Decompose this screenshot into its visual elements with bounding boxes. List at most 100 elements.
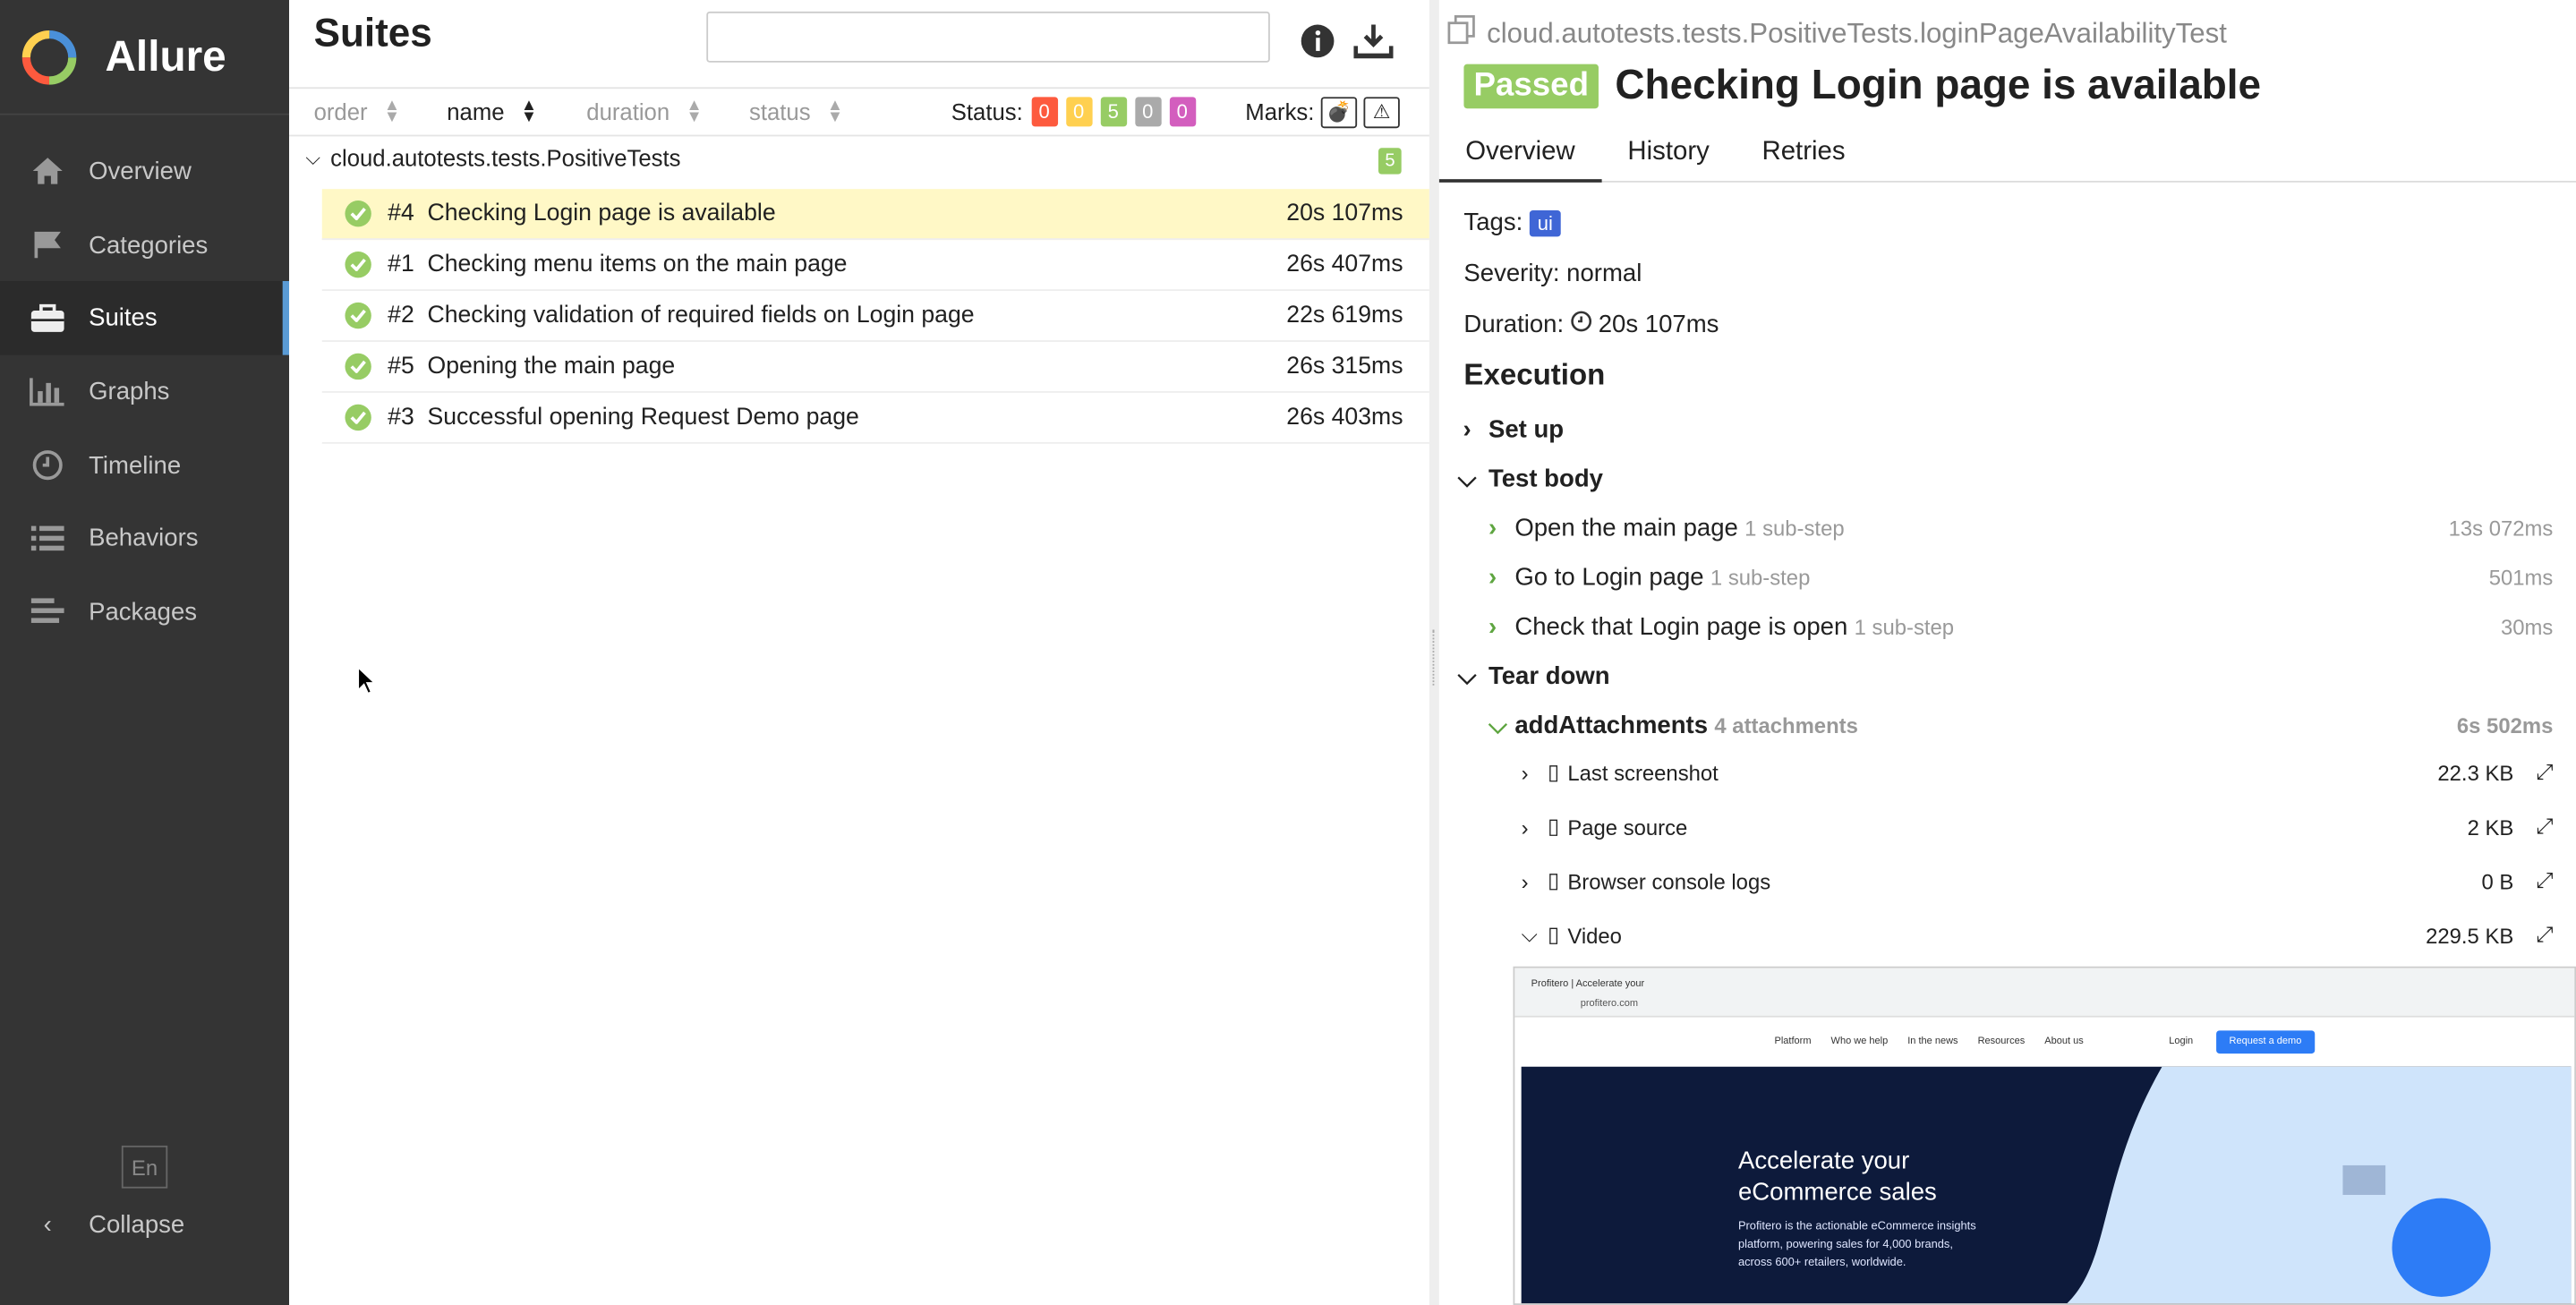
allure-logo-icon [21,30,77,84]
expand-icon[interactable]: ⤢ [2536,922,2553,948]
nav-item-suites[interactable]: Suites [0,281,290,355]
tab-history[interactable]: History [1601,125,1736,183]
info-icon[interactable] [1300,23,1335,68]
step-sub: 1 sub-step [1744,516,1845,542]
file-icon: ▯ [1548,759,1560,784]
add-attachments-step[interactable]: ⌵ addAttachments 4 attachments 6s 502ms [1488,712,2553,739]
nav-item-timeline[interactable]: Timeline [0,429,289,502]
tab-overview[interactable]: Overview [1438,125,1602,183]
detail-tabs: Overview History Retries [1438,125,2576,183]
nav-item-label: Timeline [89,451,182,480]
attachment-item[interactable]: › ▯ Browser console logs 0 B ⤢ [1522,868,2554,894]
step-duration: 501ms [2488,565,2554,591]
attachment-item[interactable]: › ▯ Last screenshot 22.3 KB ⤢ [1522,759,2554,785]
video-menu-item: Platform [1774,1036,1812,1047]
chevron-right-icon: › [1488,612,1497,642]
test-name: Checking validation of required fields o… [427,302,975,329]
splitter-grip[interactable] [1432,629,1437,686]
status-count-badge[interactable]: 5 [1100,97,1127,127]
step-name: Open the main page [1514,514,1738,542]
sort-icon: ▲ ▼ [383,97,401,127]
status-count-badge[interactable]: 0 [1065,97,1092,127]
execution-step[interactable]: › Go to Login page 1 sub-step 501ms [1488,564,2553,592]
duration-value: 20s 107ms [1598,311,1719,339]
warning-mark-icon[interactable]: ⚠ [1363,96,1400,128]
table-row[interactable]: #3 Successful opening Request Demo page 26… [321,393,1429,444]
status-count-badge[interactable]: 0 [1169,97,1196,127]
sort-name[interactable]: name ▲ ▼ [447,98,537,125]
expand-icon[interactable]: ⤢ [2536,814,2553,840]
language-button[interactable]: En [121,1145,168,1189]
nav-item-label: Suites [89,304,158,333]
video-menu-item: In the news [1907,1036,1958,1047]
suite-group[interactable]: ⌵ cloud.autotests.tests.PositiveTests [305,145,680,171]
sort-name-label: name [447,98,505,125]
test-duration: 22s 619ms [1286,302,1403,329]
table-row[interactable]: #5 Opening the main page 26s 315ms [321,342,1429,393]
sort-order-label: order [313,98,368,125]
chevron-down-icon: ⌵ [305,145,321,169]
nav-item-overview[interactable]: Overview [0,135,289,209]
video-attachment[interactable]: Profitero | Accelerate your profitero.com… [1513,966,2576,1305]
tag-badge[interactable]: ui [1529,210,1562,237]
expand-icon[interactable]: ⤢ [2536,759,2553,785]
execution-step[interactable]: › Open the main page 1 sub-step 13s 072ms [1488,515,2553,542]
testbody-section[interactable]: ⌵ Test body [1455,465,1603,493]
sort-order[interactable]: order ▲ ▼ [313,97,401,127]
test-title: Passed Checking Login page is available [1463,63,2261,110]
nav-item-behaviors[interactable]: Behaviors [0,502,289,576]
table-row[interactable]: #2 Checking validation of required fields… [321,291,1429,342]
attachment-item[interactable]: ⌵ ▯ Video 229.5 KB ⤢ [1522,922,2554,948]
table-row[interactable]: #4 Checking Login page is available 20s 10… [321,189,1429,241]
video-tab-title: Profitero | Accelerate your [1531,979,1645,990]
flaky-mark-icon[interactable]: 💣 [1320,96,1358,128]
search-input[interactable] [706,11,1270,63]
test-name: Checking menu items on the main page [427,251,848,278]
sort-status[interactable]: status ▲ ▼ [749,98,843,125]
status-count-badge[interactable]: 0 [1134,97,1161,127]
test-name: Checking Login page is available [1615,62,2262,109]
briefcase-icon [30,303,65,333]
test-duration: 20s 107ms [1286,200,1403,227]
setup-section[interactable]: › Set up [1455,415,1565,444]
test-detail-pane: cloud.autotests.tests.PositiveTests.logi… [1438,0,2576,1305]
sort-duration[interactable]: duration ▲ ▼ [586,98,702,125]
sidebar: Allure Overview Categories Suites Graphs… [0,0,290,1305]
chevron-right-icon: › [1521,814,1529,840]
attachment-item[interactable]: › ▯ Page source 2 KB ⤢ [1522,814,2554,840]
chevron-right-icon: › [1463,415,1471,444]
nav-item-packages[interactable]: Packages [0,576,289,649]
expand-icon[interactable]: ⤢ [2536,868,2553,894]
table-row[interactable]: #1 Checking menu items on the main page 26… [321,240,1429,292]
app-name: Allure [105,30,226,81]
nav-item-categories[interactable]: Categories [0,209,289,282]
step-sub: 1 sub-step [1854,614,1955,640]
collapse-button[interactable]: ‹ Collapse [30,1211,185,1239]
step-duration: 13s 072ms [2448,516,2554,542]
clock-icon [1571,311,1592,338]
attachment-size: 0 B [2481,868,2514,894]
test-path-text: cloud.autotests.tests.PositiveTests.logi… [1487,17,2227,49]
tab-retries[interactable]: Retries [1736,125,1872,183]
copy-icon[interactable] [1447,14,1477,53]
teardown-section[interactable]: ⌵ Tear down [1455,662,1610,691]
tags-row: Tags: ui [1463,209,1562,237]
passed-icon [345,302,371,329]
video-url: profitero.com [1580,999,1639,1010]
nav-item-graphs[interactable]: Graphs [0,355,289,429]
sort-bar: order ▲ ▼ name ▲ ▼ duration ▲ ▼ status ▲ ▼ Statu… [289,87,1429,137]
attachment-name: Browser console logs [1567,868,1771,894]
severity: Severity: normal [1463,260,1642,288]
page-title: Suites [313,11,432,56]
status-count-badge[interactable]: 0 [1030,97,1058,127]
nav-item-label: Behaviors [89,525,199,553]
brand[interactable]: Allure [0,0,290,115]
passed-icon [345,404,371,431]
chevron-down-icon: ⌵ [1457,662,1477,691]
attachment-name: Last screenshot [1567,760,1719,785]
download-icon[interactable] [1352,23,1395,68]
execution-step[interactable]: › Check that Login page is open 1 sub-step… [1488,613,2553,641]
step-sub: 1 sub-step [1710,565,1811,591]
clock-icon [30,448,65,482]
suite-group-name: cloud.autotests.tests.PositiveTests [330,144,681,171]
